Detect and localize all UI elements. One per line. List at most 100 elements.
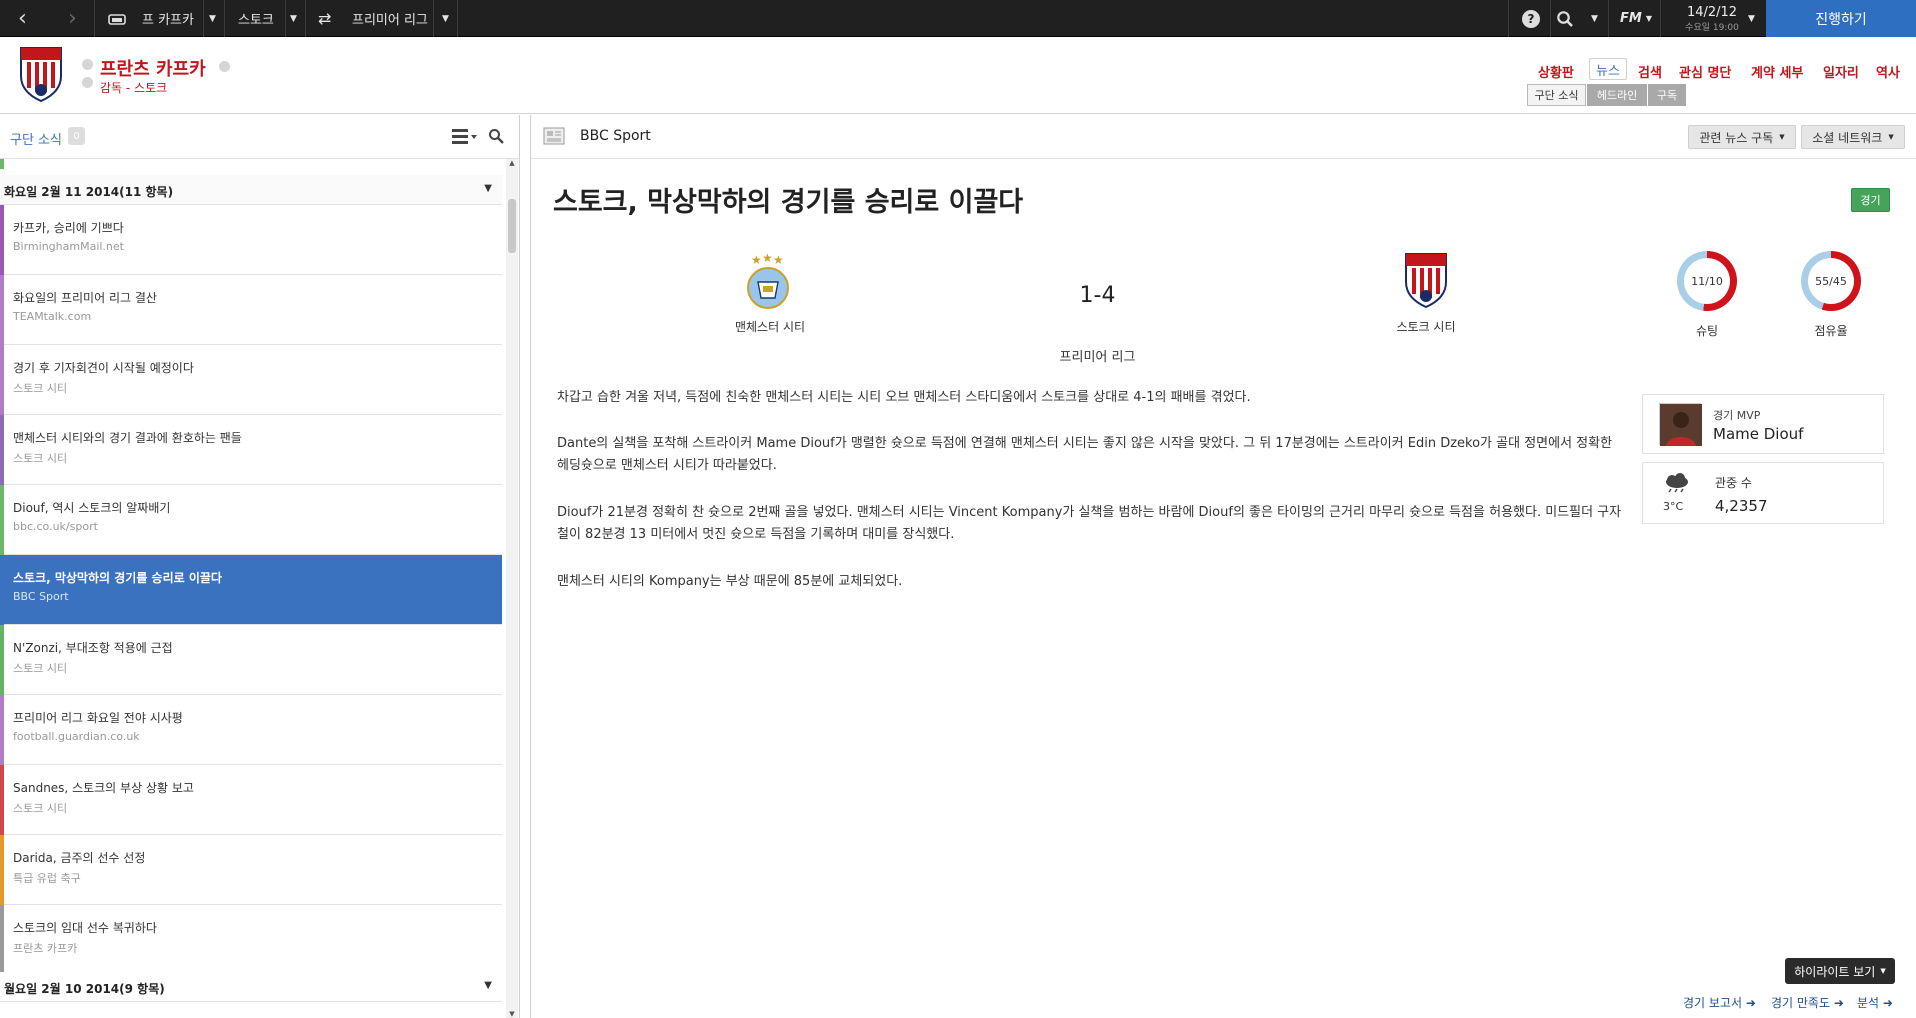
- news-list-panel: 구단 소식 0 화요일 2월 11 2014(11 항목) ▼ 카프카, 승리에 …: [0, 115, 520, 1018]
- competition-name[interactable]: 프리미어 리그: [1020, 346, 1175, 365]
- scrollbar[interactable]: ▲ ▼: [506, 159, 518, 1018]
- list-item[interactable]: 스토크의 임대 선수 복귀하다 프란츠 카프카: [0, 905, 502, 975]
- temperature: 3°C: [1663, 500, 1684, 513]
- nav-contract[interactable]: 계약 세부: [1751, 62, 1803, 81]
- subtab-headlines[interactable]: 헤드라인: [1587, 84, 1647, 106]
- top-bar: ‹ › 프 카프카 ▼ 스토크 ▼ ⇄ 프리미어 리그 ▼ ? ▼ FM ▼ 14…: [0, 0, 1916, 37]
- category-color-bar: [0, 695, 4, 765]
- match-score[interactable]: 1-4: [1020, 283, 1175, 308]
- search-icon[interactable]: [488, 128, 504, 148]
- continue-button[interactable]: 진행하기: [1766, 0, 1916, 37]
- nav-dashboard[interactable]: 상황판: [1538, 62, 1574, 81]
- list-item[interactable]: 화요일의 프리미어 리그 결산 TEAMtalk.com: [0, 275, 502, 345]
- news-source: 특급 유럽 축구: [13, 872, 81, 885]
- scrollbar-thumb[interactable]: [508, 199, 516, 253]
- nav-search[interactable]: 검색: [1638, 62, 1662, 81]
- weather-attendance-box: 3°C 관중 수 4,2357: [1642, 462, 1884, 524]
- social-network-button[interactable]: 소셜 네트워크 ▼: [1801, 125, 1905, 149]
- back-icon[interactable]: ‹: [18, 0, 42, 37]
- subtab-subscriptions[interactable]: 구독: [1648, 84, 1686, 106]
- away-team-crest[interactable]: [1403, 252, 1449, 314]
- svg-text:★: ★: [773, 253, 784, 267]
- date-display[interactable]: 14/2/12 수요일 19:00: [1668, 0, 1756, 37]
- home-icon[interactable]: [108, 0, 126, 37]
- list-item[interactable]: N'Zonzi, 부대조항 적용에 근접 스토크 시티: [0, 625, 502, 695]
- help-icon[interactable]: ?: [1522, 0, 1540, 37]
- shots-value: 11/10: [1684, 258, 1730, 304]
- info-icon[interactable]: [219, 61, 230, 72]
- nav-shortlist[interactable]: 관심 명단: [1679, 62, 1731, 81]
- nav-jobs[interactable]: 일자리: [1823, 62, 1859, 81]
- manager-role: 감독 - 스토크: [100, 81, 168, 95]
- chevron-down-icon[interactable]: ▼: [290, 0, 297, 37]
- news-title: N'Zonzi, 부대조항 적용에 근접: [13, 641, 173, 655]
- list-item[interactable]: Darida, 금주의 선수 선정 특급 유럽 축구: [0, 835, 502, 905]
- list-item[interactable]: 스토크, 막상막하의 경기를 승리로 이끌다 BBC Sport: [0, 555, 502, 625]
- prev-icon[interactable]: [82, 59, 93, 70]
- date-group-label: 월요일 2월 10 2014(9 항목): [4, 982, 165, 996]
- fm-menu[interactable]: FM ▼: [1620, 0, 1652, 37]
- chevron-down-icon[interactable]: ▼: [1591, 0, 1598, 37]
- news-source: BBC Sport: [13, 590, 69, 603]
- manager-name: 프란츠 카프카: [100, 59, 206, 80]
- chevron-down-icon[interactable]: ▼: [484, 980, 492, 991]
- mvp-name[interactable]: Mame Diouf: [1713, 425, 1803, 443]
- list-item[interactable]: 프리미어 리그 화요일 전야 시사평 football.guardian.co.u…: [0, 695, 502, 765]
- chevron-down-icon[interactable]: ▼: [484, 183, 492, 194]
- chevron-down-icon[interactable]: ▼: [209, 0, 216, 37]
- list-item[interactable]: 경기 후 기자회견이 시작될 예정이다 스토크 시티: [0, 345, 502, 415]
- highlights-button[interactable]: 하이라이트 보기 ▼: [1785, 958, 1895, 984]
- swap-icon[interactable]: ⇄: [318, 0, 331, 37]
- home-team-crest[interactable]: ★ ★ ★: [745, 251, 791, 314]
- match-badge[interactable]: 경기: [1851, 188, 1890, 212]
- next-icon[interactable]: [82, 77, 93, 88]
- list-menu-icon[interactable]: [452, 126, 478, 150]
- forward-icon[interactable]: ›: [68, 0, 92, 37]
- article-paragraph: 차갑고 습한 겨울 저녁, 득점에 친숙한 맨체스터 시티는 시티 오브 맨체스…: [557, 390, 1251, 405]
- chevron-down-icon[interactable]: ▼: [1748, 0, 1755, 37]
- match-report-link[interactable]: 경기 보고서 ➜: [1683, 994, 1756, 1011]
- category-color-bar: [0, 765, 4, 835]
- crumb-manager[interactable]: 프 카프카: [142, 0, 194, 37]
- article-headline: 스토크, 막상막하의 경기를 승리로 이끌다: [553, 187, 1024, 218]
- match-satisfaction-link[interactable]: 경기 만족도 ➜: [1771, 994, 1844, 1011]
- rain-cloud-icon: [1663, 473, 1691, 497]
- subscribe-news-button[interactable]: 관련 뉴스 구독 ▼: [1688, 125, 1796, 149]
- news-source: 스토크 시티: [13, 802, 68, 815]
- article-paragraph: Dante의 실책을 포착해 스트라이커 Mame Diouf가 맹렬한 슛으로…: [557, 436, 1613, 473]
- news-title: 프리미어 리그 화요일 전야 시사평: [13, 711, 183, 725]
- list-item[interactable]: 카프카, 승리에 기쁘다 BirminghamMail.net: [0, 205, 502, 275]
- search-icon[interactable]: [1556, 0, 1574, 37]
- category-color-bar: [0, 345, 4, 415]
- header: 프란츠 카프카 감독 - 스토크 상황판 뉴스 검색 관심 명단 계약 세부 일…: [0, 37, 1916, 114]
- category-color-bar: [0, 905, 4, 975]
- news-source: bbc.co.uk/sport: [13, 520, 98, 533]
- svg-text:★: ★: [762, 252, 773, 265]
- nav-news[interactable]: 뉴스: [1589, 58, 1627, 80]
- subtab-club-news[interactable]: 구단 소식: [1527, 84, 1586, 106]
- news-list-title[interactable]: 구단 소식: [10, 129, 62, 148]
- crumb-club[interactable]: 스토크: [238, 0, 274, 37]
- home-team-name[interactable]: 맨체스터 시티: [700, 318, 840, 335]
- news-title: 스토크의 임대 선수 복귀하다: [13, 921, 157, 935]
- possession-value: 55/45: [1808, 258, 1854, 304]
- analysis-link[interactable]: 분석 ➜: [1857, 994, 1893, 1011]
- news-title: 스토크, 막상막하의 경기를 승리로 이끌다: [13, 571, 222, 585]
- shots-label: 슈팅: [1695, 324, 1719, 338]
- mvp-box[interactable]: 경기 MVP Mame Diouf: [1642, 394, 1884, 454]
- chevron-down-icon[interactable]: ▼: [442, 0, 449, 37]
- crumb-competition[interactable]: 프리미어 리그: [352, 0, 428, 37]
- date-group-header[interactable]: 화요일 2월 11 2014(11 항목) ▼: [0, 175, 502, 205]
- news-title: Diouf, 역시 스토크의 알짜배기: [13, 501, 171, 515]
- list-item[interactable]: Sandnes, 스토크의 부상 상황 보고 스토크 시티: [0, 765, 502, 835]
- list-item[interactable]: 맨체스터 시티와의 경기 결과에 환호하는 팬들 스토크 시티: [0, 415, 502, 485]
- category-color-bar: [0, 275, 4, 345]
- date-group-header[interactable]: 월요일 2월 10 2014(9 항목) ▼: [0, 972, 502, 1002]
- newspaper-icon: [543, 127, 565, 149]
- svg-text:★: ★: [751, 253, 762, 267]
- nav-history[interactable]: 역사: [1876, 62, 1900, 81]
- news-title: 카프카, 승리에 기쁘다: [13, 221, 124, 235]
- away-team-name[interactable]: 스토크 시티: [1356, 318, 1496, 335]
- unread-count-badge: 0: [68, 127, 85, 145]
- list-item[interactable]: Diouf, 역시 스토크의 알짜배기 bbc.co.uk/sport: [0, 485, 502, 555]
